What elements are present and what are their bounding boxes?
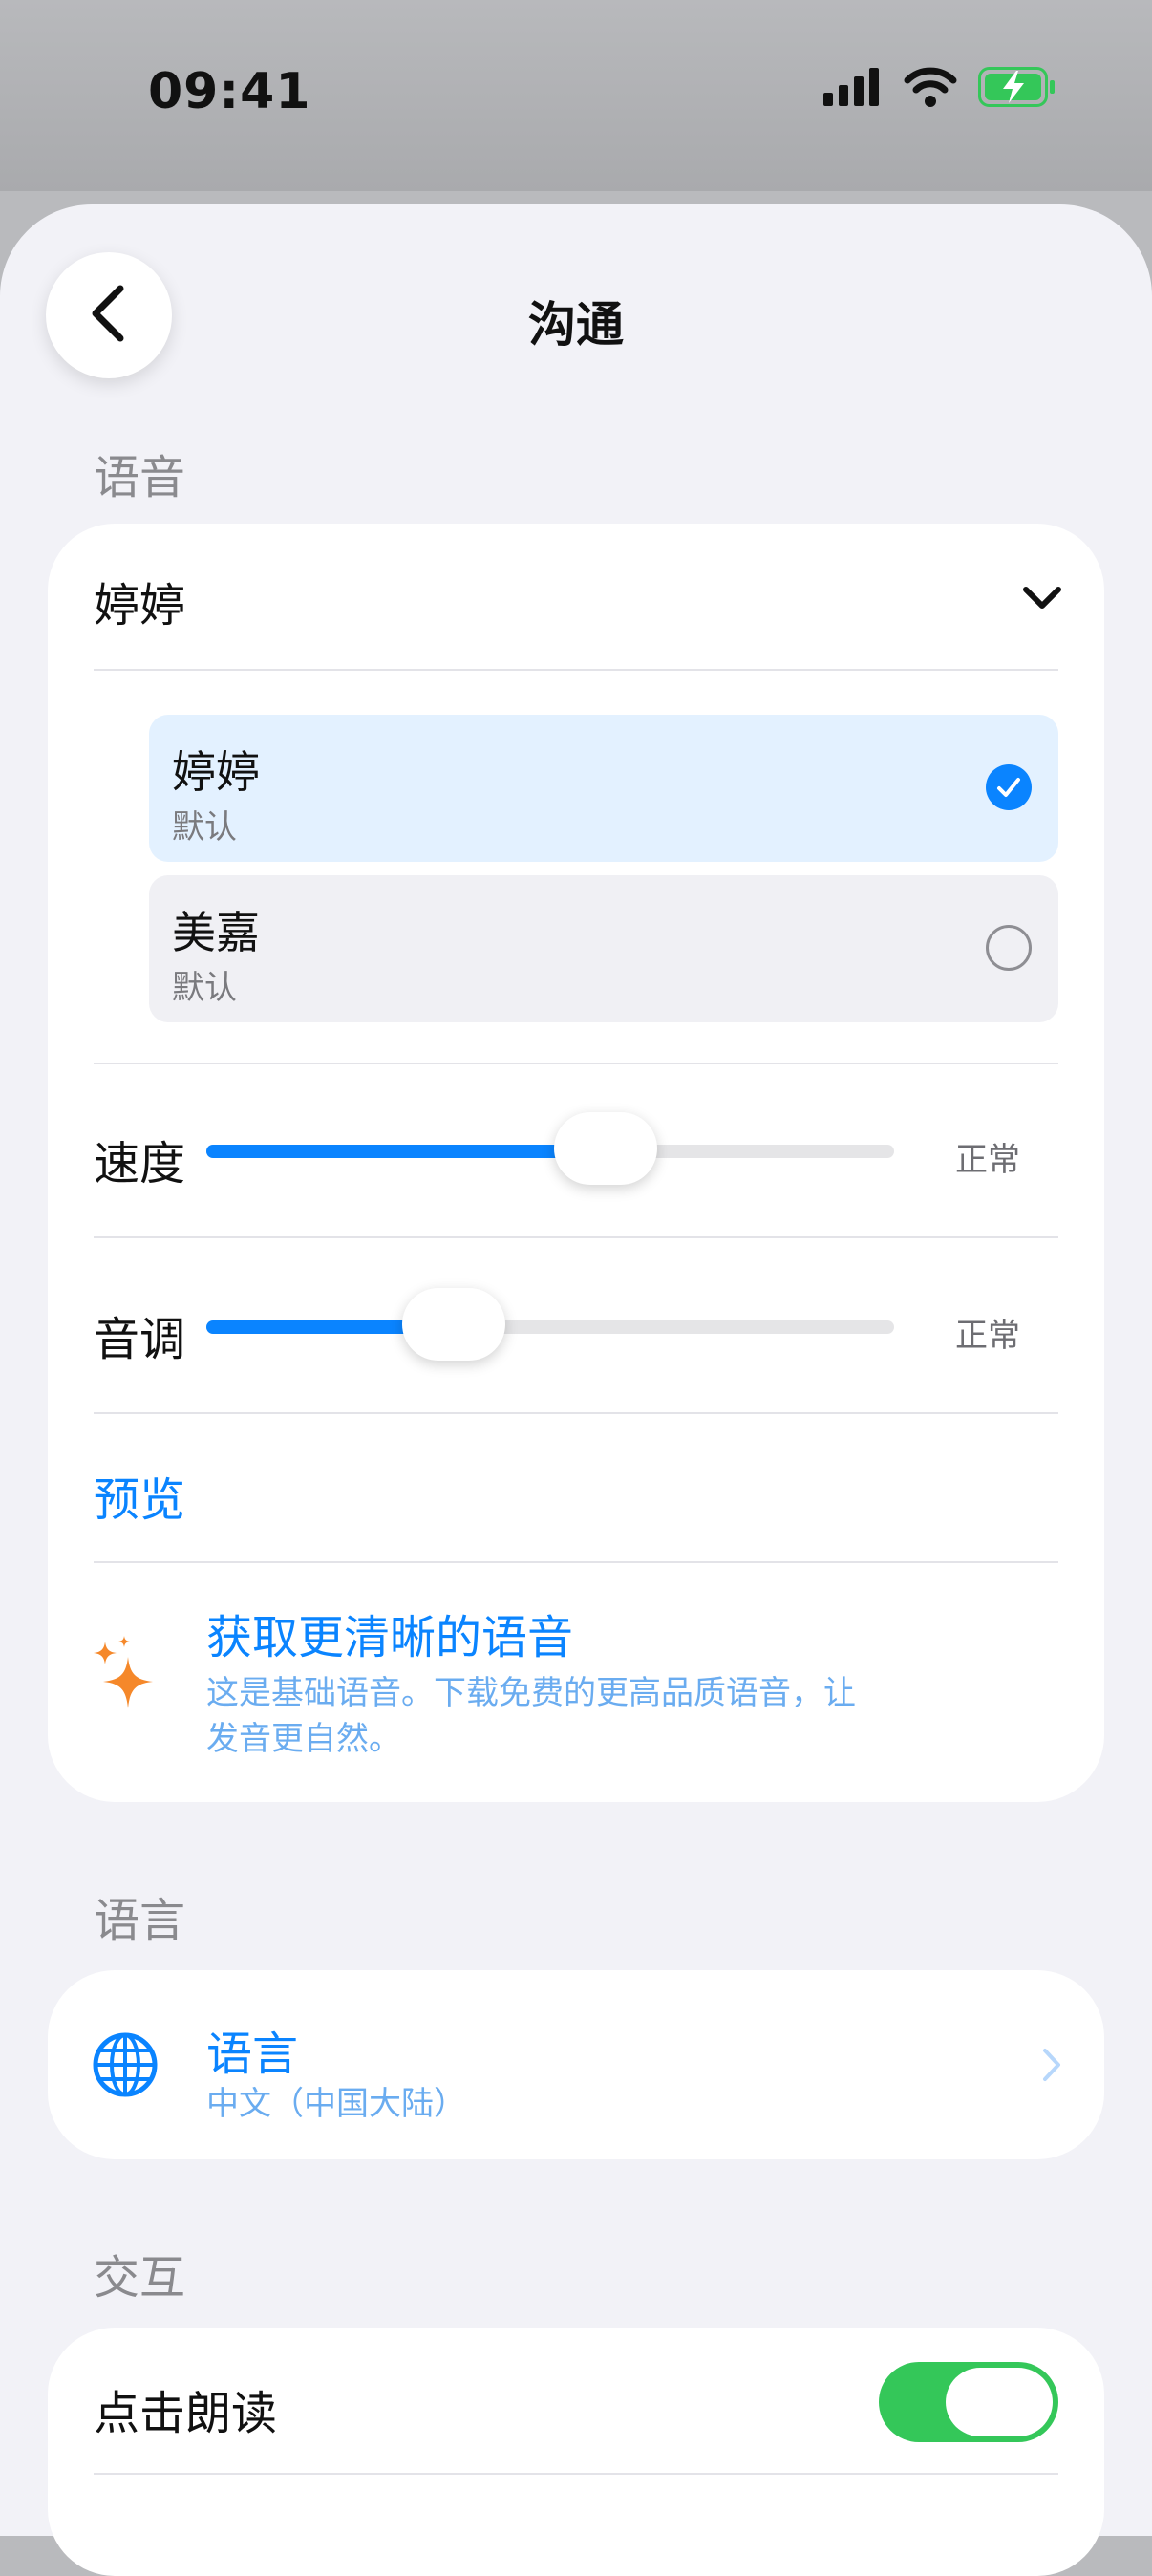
divider xyxy=(94,2473,1058,2475)
upgrade-title: 获取更清晰的语音 xyxy=(206,1611,574,1664)
speed-label: 速度 xyxy=(94,1137,186,1191)
cellular-signal-icon xyxy=(823,68,883,110)
pitch-slider-thumb[interactable] xyxy=(402,1288,506,1361)
language-value: 中文（中国大陆） xyxy=(206,2085,466,2123)
speed-slider-thumb[interactable] xyxy=(553,1112,657,1185)
preview-button[interactable]: 预览 xyxy=(94,1462,185,1529)
pitch-label: 音调 xyxy=(94,1313,186,1366)
divider xyxy=(94,1236,1058,1238)
divider xyxy=(94,669,1058,671)
language-row[interactable]: 语言 中文（中国大陆） xyxy=(48,1970,1104,2159)
divider xyxy=(94,1412,1058,1414)
sparkles-icon xyxy=(92,1636,159,1716)
radio-unchecked-icon xyxy=(986,925,1032,971)
upgrade-desc-line2: 发音更自然。 xyxy=(206,1720,401,1758)
radio-checked-icon xyxy=(986,764,1032,810)
speed-slider-fill xyxy=(206,1145,606,1158)
section-label-voice: 语音 xyxy=(94,451,186,504)
voice-option-meijia[interactable]: 美嘉 默认 xyxy=(149,875,1058,1022)
language-title: 语言 xyxy=(206,2028,299,2081)
status-icons xyxy=(823,67,1056,111)
voice-option-subtitle: 默认 xyxy=(172,969,237,1007)
speed-slider[interactable] xyxy=(206,1112,894,1185)
battery-charging-icon xyxy=(978,67,1056,111)
tap-to-speak-label: 点击朗读 xyxy=(94,2387,278,2440)
language-card: 语言 中文（中国大陆） xyxy=(48,1970,1104,2159)
status-time: 09:41 xyxy=(148,63,311,120)
chevron-right-icon xyxy=(1041,2047,1062,2087)
voice-picker-row[interactable]: 婷婷 xyxy=(48,524,1104,669)
chevron-down-icon xyxy=(1022,585,1062,615)
voice-card: 婷婷 婷婷 默认 美嘉 默认 速度 正常 音调 正常 预览 获取更清晰的语音 这… xyxy=(48,524,1104,1802)
status-bar: 09:41 xyxy=(0,0,1152,191)
speed-value: 正常 xyxy=(955,1141,1020,1179)
upgrade-voice-row[interactable]: 获取更清晰的语音 这是基础语音。下载免费的更高品质语音，让 发音更自然。 xyxy=(48,1563,1104,1802)
section-label-interaction: 交互 xyxy=(94,2251,186,2305)
page-title: 沟通 xyxy=(528,297,624,353)
pitch-value: 正常 xyxy=(955,1317,1020,1355)
pitch-slider[interactable] xyxy=(206,1288,894,1361)
interaction-card: 点击朗读 xyxy=(48,2328,1104,2576)
selected-voice-label: 婷婷 xyxy=(94,579,186,633)
globe-icon xyxy=(92,2031,159,2102)
voice-option-name: 美嘉 xyxy=(172,907,260,958)
voice-option-subtitle: 默认 xyxy=(172,808,237,847)
divider xyxy=(94,1063,1058,1064)
upgrade-desc-line1: 这是基础语音。下载免费的更高品质语音，让 xyxy=(206,1674,856,1712)
tap-to-speak-toggle[interactable] xyxy=(879,2362,1058,2442)
voice-option-name: 婷婷 xyxy=(172,746,260,798)
section-label-language: 语言 xyxy=(94,1894,186,1947)
voice-option-tingting[interactable]: 婷婷 默认 xyxy=(149,715,1058,862)
toggle-knob xyxy=(946,2368,1053,2436)
wifi-icon xyxy=(904,67,957,111)
